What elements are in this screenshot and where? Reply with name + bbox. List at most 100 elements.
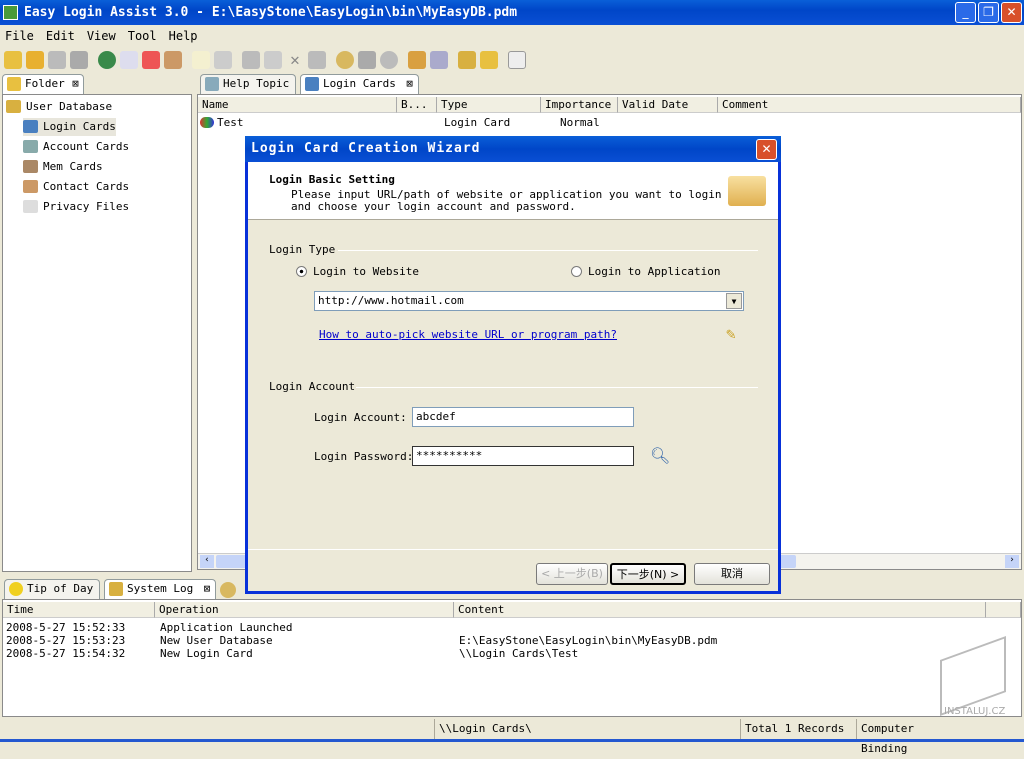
col-extra <box>986 602 1021 618</box>
url-combobox[interactable]: http://www.hotmail.com ▼ <box>314 291 744 311</box>
close-tab-icon[interactable]: ⊠ <box>204 580 211 598</box>
login-card-wizard-dialog: Login Card Creation Wizard ✕ Login Basic… <box>245 136 781 594</box>
tree-item-login-cards[interactable]: Login Cards <box>23 118 116 136</box>
cell-importance: Normal <box>560 116 600 129</box>
divider <box>356 387 758 388</box>
tree-item-mem-cards[interactable]: Mem Cards <box>23 158 103 176</box>
tab-label: Folder <box>25 77 65 90</box>
file-icon[interactable] <box>214 51 232 69</box>
title-bar: Easy Login Assist 3.0 - E:\EasyStone\Eas… <box>0 0 1024 25</box>
tab-login-cards[interactable]: Login Cards ⊠ <box>300 74 419 94</box>
tree-label: User Database <box>26 100 113 113</box>
database-icon[interactable] <box>458 51 476 69</box>
minimize-button[interactable]: _ <box>955 2 976 23</box>
lock-icon[interactable] <box>480 51 498 69</box>
document-icon[interactable] <box>508 51 526 69</box>
watermark-text: INSTALUJ.CZ <box>944 706 1006 717</box>
app-icon <box>3 5 18 20</box>
mem-card-icon[interactable] <box>142 51 160 69</box>
reveal-password-icon[interactable]: 🔍︎ <box>650 446 670 465</box>
cell-operation: New User Database <box>160 634 273 647</box>
back-button[interactable]: < 上一步(B) <box>536 563 608 585</box>
status-bar: \\Login Cards\ Total 1 Records Computer … <box>0 719 1024 755</box>
col-operation[interactable]: Operation <box>155 602 454 618</box>
play-icon[interactable] <box>380 51 398 69</box>
eraser-icon[interactable] <box>430 51 448 69</box>
settings-icon[interactable] <box>408 51 426 69</box>
new-file-icon[interactable] <box>192 51 210 69</box>
scroll-left-icon[interactable]: ‹ <box>200 555 214 568</box>
col-type[interactable]: Type <box>437 97 541 113</box>
duplicate-icon[interactable] <box>264 51 282 69</box>
contact-card-icon[interactable] <box>164 51 182 69</box>
paste-icon[interactable] <box>70 51 88 69</box>
delete-icon[interactable]: ✕ <box>286 51 304 69</box>
radio-login-application[interactable]: Login to Application <box>571 265 720 278</box>
properties-icon[interactable] <box>242 51 260 69</box>
menu-tool[interactable]: Tool <box>128 26 157 46</box>
col-importance[interactable]: Importance <box>541 97 618 113</box>
menu-file[interactable]: File <box>5 26 34 46</box>
col-time[interactable]: Time <box>3 602 155 618</box>
menu-view[interactable]: View <box>87 26 116 46</box>
folder-tree: User Database Login Cards Account Cards … <box>2 94 192 572</box>
log-row[interactable]: 2008-5-27 15:53:23 New User Database E:\Ea… <box>3 634 1021 647</box>
toolbar: ✕ <box>0 48 1024 72</box>
auto-pick-help-link[interactable]: How to auto-pick website URL or program … <box>319 328 617 341</box>
cancel-button[interactable]: 取消 <box>694 563 770 585</box>
move-icon[interactable] <box>308 51 326 69</box>
mem-card-icon <box>23 160 38 173</box>
menu-edit[interactable]: Edit <box>46 26 75 46</box>
dialog-close-button[interactable]: ✕ <box>756 139 777 160</box>
dialog-title: Login Card Creation Wizard <box>251 141 481 156</box>
search-tab-icon[interactable] <box>220 582 236 598</box>
close-tab-icon[interactable]: ⊠ <box>72 75 79 93</box>
globe-icon[interactable] <box>98 51 116 69</box>
scroll-right-icon[interactable]: › <box>1005 555 1019 568</box>
log-row[interactable]: 2008-5-27 15:52:33 Application Launched <box>3 621 1021 634</box>
account-card-icon[interactable] <box>120 51 138 69</box>
cell-content: E:\EasyStone\EasyLogin\bin\MyEasyDB.pdm <box>459 634 718 647</box>
login-password-input[interactable]: ********** <box>412 446 634 466</box>
col-content[interactable]: Content <box>454 602 986 618</box>
tree-root[interactable]: User Database <box>6 98 112 116</box>
close-tab-icon[interactable]: ⊠ <box>406 75 413 93</box>
radio-login-website[interactable]: Login to Website <box>296 265 419 278</box>
log-row[interactable]: 2008-5-27 15:54:32 New Login Card \\Login … <box>3 647 1021 660</box>
tab-help-topic[interactable]: Help Topic <box>200 74 297 94</box>
dropdown-arrow-icon[interactable]: ▼ <box>726 293 742 309</box>
menu-bar: File Edit View Tool Help <box>0 26 1024 46</box>
copy-icon[interactable] <box>48 51 66 69</box>
tree-item-account-cards[interactable]: Account Cards <box>23 138 129 156</box>
open-folder-icon[interactable] <box>26 51 44 69</box>
cell-type: Login Card <box>444 116 511 129</box>
tree-item-privacy-files[interactable]: Privacy Files <box>23 198 129 216</box>
maximize-button[interactable]: ❐ <box>978 2 999 23</box>
col-valid-date[interactable]: Valid Date <box>618 97 718 113</box>
login-account-input[interactable]: abcdef <box>412 407 634 427</box>
radio-checked[interactable] <box>296 266 307 277</box>
next-button[interactable]: 下一步(N) > <box>610 563 686 585</box>
tree-item-contact-cards[interactable]: Contact Cards <box>23 178 129 196</box>
tab-tip-of-day[interactable]: Tip of Day <box>4 579 101 599</box>
tab-label: Login Cards <box>323 77 396 90</box>
pencil-icon[interactable]: ✎ <box>726 324 736 343</box>
new-folder-icon[interactable] <box>4 51 22 69</box>
close-button[interactable]: ✕ <box>1001 2 1022 23</box>
system-log-table: Time Operation Content 2008-5-27 15:52:3… <box>2 599 1022 717</box>
table-row[interactable]: Test Login Card Normal <box>198 116 1021 130</box>
tab-folder[interactable]: Folder ⊠ <box>2 74 84 94</box>
col-name[interactable]: Name <box>198 97 397 113</box>
login-card-icon <box>305 77 319 91</box>
lightbulb-icon <box>9 582 23 596</box>
col-b[interactable]: B... <box>397 97 437 113</box>
tab-label: Tip of Day <box>27 582 94 595</box>
radio-unchecked[interactable] <box>571 266 582 277</box>
tab-system-log[interactable]: System Log ⊠ <box>104 579 217 599</box>
dialog-header: Login Basic Setting Please input URL/pat… <box>248 162 778 220</box>
edit-icon[interactable] <box>358 51 376 69</box>
search-icon[interactable] <box>336 51 354 69</box>
menu-help[interactable]: Help <box>169 26 198 46</box>
folder-icon <box>728 176 766 206</box>
col-comment[interactable]: Comment <box>718 97 1021 113</box>
